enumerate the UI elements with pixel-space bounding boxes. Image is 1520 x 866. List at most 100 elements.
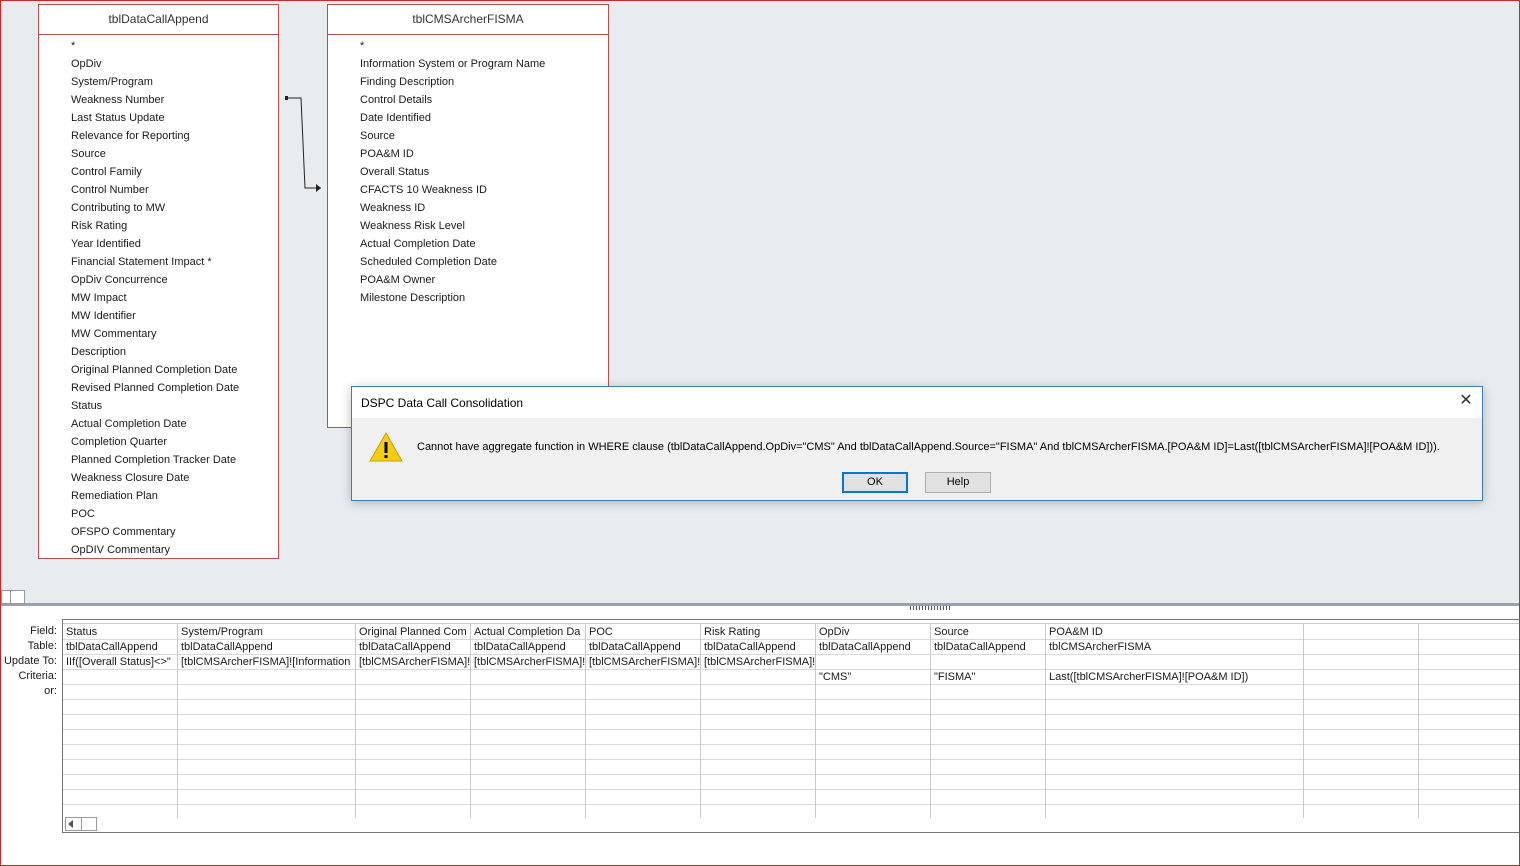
field-item[interactable]: Relevance for Reporting bbox=[39, 127, 278, 145]
ok-button[interactable]: OK bbox=[842, 472, 908, 493]
field-item[interactable]: Milestone Description bbox=[328, 289, 608, 307]
dialog-titlebar[interactable]: DSPC Data Call Consolidation ✕ bbox=[352, 387, 1482, 418]
pane-splitter[interactable] bbox=[1, 586, 1519, 606]
table-box-title[interactable]: tblCMSArcherFISMA bbox=[328, 5, 608, 35]
field-item[interactable]: Actual Completion Date bbox=[39, 415, 278, 433]
grid-cell-field[interactable]: Original Planned Com bbox=[356, 625, 470, 640]
table-box-title[interactable]: tblDataCallAppend bbox=[39, 5, 278, 35]
field-item[interactable]: Source bbox=[328, 127, 608, 145]
field-item[interactable]: Date Identified bbox=[328, 109, 608, 127]
field-item[interactable]: Original Planned Completion Date bbox=[39, 361, 278, 379]
grid-cell-criteria[interactable] bbox=[356, 670, 470, 685]
grid-cell-table[interactable] bbox=[1419, 640, 1519, 655]
field-item[interactable]: Finding Description bbox=[328, 73, 608, 91]
field-item[interactable]: Overall Status bbox=[328, 163, 608, 181]
grid-cell-table[interactable]: tblDataCallAppend bbox=[356, 640, 470, 655]
grid-cell-table[interactable]: tblDataCallAppend bbox=[701, 640, 815, 655]
field-item[interactable]: Description bbox=[39, 343, 278, 361]
field-item[interactable]: OpDIV Commentary bbox=[39, 541, 278, 559]
grid-cell-criteria[interactable] bbox=[701, 670, 815, 685]
field-item[interactable]: Contributing to MW bbox=[39, 199, 278, 217]
grid-cell-field[interactable]: Actual Completion Da bbox=[471, 625, 585, 640]
field-item[interactable]: Scheduled Completion Date bbox=[328, 253, 608, 271]
horizontal-scrollbar[interactable] bbox=[65, 817, 97, 831]
field-item[interactable]: Completion Quarter bbox=[39, 433, 278, 451]
grid-cell-criteria[interactable] bbox=[1304, 670, 1418, 685]
field-item[interactable]: OFSPO Commentary bbox=[39, 523, 278, 541]
field-item[interactable]: Weakness Closure Date bbox=[39, 469, 278, 487]
field-item[interactable]: Information System or Program Name bbox=[328, 55, 608, 73]
field-item[interactable]: POA&M ID bbox=[328, 145, 608, 163]
grid-cell-field[interactable] bbox=[1419, 625, 1519, 640]
grid-cell-criteria[interactable]: Last([tblCMSArcherFISMA]![POA&M ID]) bbox=[1046, 670, 1303, 685]
field-item[interactable]: Control Family bbox=[39, 163, 278, 181]
field-item[interactable]: Actual Completion Date bbox=[328, 235, 608, 253]
grid-cell-update-to[interactable] bbox=[816, 655, 930, 670]
grid-cell-criteria[interactable] bbox=[63, 670, 177, 685]
grid-cell-field[interactable]: POA&M ID bbox=[1046, 625, 1303, 640]
field-item[interactable]: Last Status Update bbox=[39, 109, 278, 127]
field-item[interactable]: Weakness Risk Level bbox=[328, 217, 608, 235]
field-item[interactable]: Financial Statement Impact * bbox=[39, 253, 278, 271]
field-item[interactable]: * bbox=[328, 37, 608, 55]
field-item[interactable]: MW Commentary bbox=[39, 325, 278, 343]
field-item[interactable]: Control Details bbox=[328, 91, 608, 109]
grid-cell-table[interactable]: tblCMSArcherFISMA bbox=[1046, 640, 1303, 655]
grid-cell-table[interactable]: tblDataCallAppend bbox=[63, 640, 177, 655]
table-box-tblDataCallAppend[interactable]: tblDataCallAppend * OpDiv System/Program We… bbox=[38, 4, 279, 559]
field-item[interactable]: Weakness ID bbox=[328, 199, 608, 217]
upper-scrollbar[interactable] bbox=[1, 590, 25, 604]
grid-cell-table[interactable]: tblDataCallAppend bbox=[178, 640, 355, 655]
field-item[interactable]: MW Identifier bbox=[39, 307, 278, 325]
field-item[interactable]: Control Number bbox=[39, 181, 278, 199]
grid-cell-update-to[interactable] bbox=[1419, 655, 1519, 670]
grid-cell-table[interactable]: tblDataCallAppend bbox=[931, 640, 1045, 655]
grid-cell-field[interactable]: POC bbox=[586, 625, 700, 640]
grid-cell-table[interactable] bbox=[1304, 640, 1418, 655]
grid-cell-criteria[interactable] bbox=[178, 670, 355, 685]
grid-cell-field[interactable]: OpDiv bbox=[816, 625, 930, 640]
grid-cell-update-to[interactable] bbox=[931, 655, 1045, 670]
grid-cell-criteria[interactable] bbox=[586, 670, 700, 685]
grid-cell-field[interactable]: Source bbox=[931, 625, 1045, 640]
field-item[interactable]: * bbox=[39, 37, 278, 55]
grid-cell-criteria[interactable]: "CMS" bbox=[816, 670, 930, 685]
field-item[interactable]: CFACTS 10 Weakness ID bbox=[328, 181, 608, 199]
grid-cell-table[interactable]: tblDataCallAppend bbox=[816, 640, 930, 655]
close-icon[interactable]: ✕ bbox=[1458, 393, 1474, 409]
grid-cell-table[interactable]: tblDataCallAppend bbox=[471, 640, 585, 655]
field-item[interactable]: Year Identified bbox=[39, 235, 278, 253]
grid-cell-update-to[interactable]: [tblCMSArcherFISMA]![Information bbox=[178, 655, 355, 670]
field-item[interactable]: Remediation Plan bbox=[39, 487, 278, 505]
field-item[interactable]: MW Impact bbox=[39, 289, 278, 307]
grid-cell-update-to[interactable]: [tblCMSArcherFISMA]! bbox=[471, 655, 585, 670]
grid-cell-field[interactable] bbox=[1304, 625, 1418, 640]
query-design-grid[interactable]: Status tblDataCallAppend IIf([Overall Stat… bbox=[62, 619, 1519, 833]
field-item[interactable]: Weakness Number bbox=[39, 91, 278, 109]
grid-cell-update-to[interactable]: [tblCMSArcherFISMA]! bbox=[356, 655, 470, 670]
field-item[interactable]: OpDiv Concurrence bbox=[39, 271, 278, 289]
scroll-left-icon[interactable] bbox=[68, 820, 73, 828]
field-item[interactable]: Source bbox=[39, 145, 278, 163]
field-item[interactable]: Revised Planned Completion Date bbox=[39, 379, 278, 397]
table-box-tblCMSArcherFISMA[interactable]: tblCMSArcherFISMA * Information System or… bbox=[327, 4, 609, 428]
grid-cell-field[interactable]: System/Program bbox=[178, 625, 355, 640]
field-item[interactable]: OpDiv bbox=[39, 55, 278, 73]
field-item[interactable]: POC bbox=[39, 505, 278, 523]
field-item[interactable]: Planned Completion Tracker Date bbox=[39, 451, 278, 469]
field-item[interactable]: System/Program bbox=[39, 73, 278, 91]
help-button[interactable]: Help bbox=[925, 472, 991, 493]
grid-cell-update-to[interactable] bbox=[1304, 655, 1418, 670]
grid-cell-update-to[interactable] bbox=[1046, 655, 1303, 670]
grid-cell-criteria[interactable] bbox=[1419, 670, 1519, 685]
grid-cell-criteria[interactable]: "FISMA" bbox=[931, 670, 1045, 685]
field-item[interactable]: Risk Rating bbox=[39, 217, 278, 235]
grid-cell-table[interactable]: tblDataCallAppend bbox=[586, 640, 700, 655]
grid-cell-criteria[interactable] bbox=[471, 670, 585, 685]
join-line[interactable] bbox=[281, 91, 331, 201]
grid-cell-field[interactable]: Risk Rating bbox=[701, 625, 815, 640]
grid-cell-update-to[interactable]: [tblCMSArcherFISMA]! bbox=[586, 655, 700, 670]
grid-cell-update-to[interactable]: [tblCMSArcherFISMA]! bbox=[701, 655, 815, 670]
grid-cell-update-to[interactable]: IIf([Overall Status]<>" bbox=[63, 655, 177, 670]
field-item[interactable]: POA&M Owner bbox=[328, 271, 608, 289]
